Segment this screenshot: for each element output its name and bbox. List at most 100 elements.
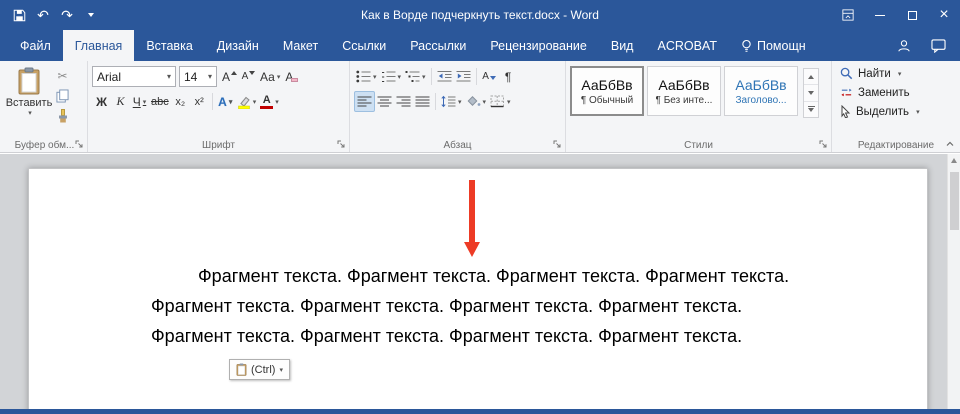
style-preview: АаБбВв bbox=[658, 77, 709, 93]
lightbulb-icon bbox=[741, 39, 752, 53]
save-button[interactable] bbox=[8, 3, 30, 27]
cut-button[interactable]: ✂ bbox=[53, 67, 72, 85]
underline-button[interactable]: Ч bbox=[130, 91, 149, 112]
redo-button[interactable]: ↷ bbox=[56, 3, 78, 27]
vertical-scrollbar[interactable] bbox=[947, 154, 960, 409]
shading-button[interactable] bbox=[464, 91, 489, 112]
styles-scroll-up-button[interactable] bbox=[804, 69, 818, 85]
minimize-button[interactable] bbox=[864, 0, 896, 30]
grow-font-button[interactable]: А bbox=[220, 66, 239, 87]
style-normal[interactable]: АаБбВв ¶ Обычный bbox=[570, 66, 644, 116]
copy-button[interactable] bbox=[53, 87, 72, 105]
font-dialog-launcher[interactable] bbox=[336, 139, 347, 150]
line-spacing-button[interactable] bbox=[439, 91, 464, 112]
tab-home[interactable]: Главная bbox=[63, 30, 135, 61]
subscript-button[interactable]: x₂ bbox=[171, 91, 190, 112]
qat-customize-button[interactable] bbox=[80, 3, 102, 27]
ribbon-display-options-button[interactable] bbox=[832, 0, 864, 30]
decrease-indent-button[interactable] bbox=[435, 66, 454, 87]
tab-view[interactable]: Вид bbox=[599, 30, 646, 61]
align-center-button[interactable] bbox=[375, 91, 394, 112]
close-button[interactable]: × bbox=[928, 0, 960, 30]
styles-dialog-launcher[interactable] bbox=[818, 139, 829, 150]
tab-acrobat[interactable]: ACROBAT bbox=[645, 30, 729, 61]
clear-formatting-button[interactable]: А bbox=[282, 66, 301, 87]
highlight-color-button[interactable] bbox=[235, 91, 259, 112]
chevron-up-icon bbox=[945, 140, 955, 148]
increase-indent-button[interactable] bbox=[454, 66, 473, 87]
paste-options-button[interactable]: (Ctrl) bbox=[229, 359, 290, 380]
italic-button[interactable]: К bbox=[111, 91, 130, 112]
font-size-select[interactable]: 14 bbox=[179, 66, 217, 87]
numbering-button[interactable] bbox=[379, 66, 404, 87]
undo-button[interactable]: ↶ bbox=[32, 3, 54, 27]
change-case-button[interactable]: Аа bbox=[258, 66, 282, 87]
shrink-font-button[interactable]: А bbox=[239, 66, 258, 87]
numbering-icon bbox=[381, 70, 396, 83]
document-paragraph[interactable]: Фрагмент текста. Фрагмент текста. Фрагме… bbox=[151, 261, 806, 351]
replace-button[interactable]: Заменить bbox=[840, 83, 956, 102]
tab-review[interactable]: Рецензирование bbox=[478, 30, 599, 61]
decrease-indent-icon bbox=[437, 70, 452, 83]
search-icon bbox=[840, 67, 853, 80]
dialog-launcher-icon bbox=[819, 140, 828, 149]
align-right-icon bbox=[396, 96, 411, 108]
scrollbar-thumb[interactable] bbox=[950, 172, 959, 230]
select-button[interactable]: Выделить bbox=[840, 102, 956, 121]
paste-button[interactable]: Вставить bbox=[6, 64, 52, 125]
shrink-font-label: А bbox=[242, 71, 249, 82]
sort-button[interactable]: А bbox=[480, 66, 499, 87]
clipboard-dialog-launcher[interactable] bbox=[74, 139, 85, 150]
tab-design[interactable]: Дизайн bbox=[205, 30, 271, 61]
tab-tell-me[interactable]: Помощн bbox=[729, 30, 818, 61]
style-preview: АаБбВв bbox=[735, 77, 786, 93]
find-button[interactable]: Найти bbox=[840, 64, 956, 83]
style-heading-1[interactable]: АаБбВв Заголово... bbox=[724, 66, 798, 116]
style-preview: АаБбВв bbox=[581, 77, 632, 93]
minimize-icon bbox=[875, 15, 885, 16]
chevron-down-icon bbox=[88, 13, 94, 17]
tab-mailings[interactable]: Рассылки bbox=[398, 30, 478, 61]
tab-insert[interactable]: Вставка bbox=[134, 30, 204, 61]
up-triangle-icon bbox=[808, 75, 814, 79]
align-left-button[interactable] bbox=[354, 91, 375, 112]
justify-button[interactable] bbox=[413, 91, 432, 112]
arrow-head bbox=[464, 242, 480, 257]
share-comments-button[interactable] bbox=[931, 39, 946, 53]
style-no-spacing[interactable]: АаБбВв ¶ Без инте... bbox=[647, 66, 721, 116]
group-paragraph: А ¶ bbox=[350, 61, 566, 152]
multilevel-list-button[interactable] bbox=[403, 66, 428, 87]
paint-bucket-icon bbox=[466, 95, 481, 108]
status-bar bbox=[0, 409, 960, 414]
format-painter-button[interactable] bbox=[53, 107, 72, 125]
paragraph-dialog-launcher[interactable] bbox=[552, 139, 563, 150]
maximize-icon bbox=[908, 11, 917, 20]
styles-gallery-more-button[interactable] bbox=[804, 102, 818, 117]
bold-button[interactable]: Ж bbox=[92, 91, 111, 112]
styles-group-label: Стили bbox=[566, 140, 831, 151]
align-right-button[interactable] bbox=[394, 91, 413, 112]
strikethrough-button[interactable]: abc bbox=[149, 91, 171, 112]
text-effects-label: А bbox=[218, 95, 227, 109]
increase-indent-icon bbox=[456, 70, 471, 83]
show-paragraph-marks-button[interactable]: ¶ bbox=[499, 66, 518, 87]
tab-tell-me-label: Помощн bbox=[757, 39, 806, 53]
change-case-label: Аа bbox=[260, 70, 275, 84]
tab-file[interactable]: Файл bbox=[8, 30, 63, 61]
sign-in-button[interactable] bbox=[897, 39, 911, 53]
gallery-more-icon bbox=[808, 106, 815, 112]
font-family-select[interactable]: Arial bbox=[92, 66, 176, 87]
tab-layout[interactable]: Макет bbox=[271, 30, 330, 61]
text-effects-button[interactable]: А bbox=[216, 91, 235, 112]
collapse-ribbon-button[interactable] bbox=[943, 138, 957, 150]
superscript-button[interactable]: x² bbox=[190, 91, 209, 112]
borders-button[interactable] bbox=[488, 91, 513, 112]
maximize-button[interactable] bbox=[896, 0, 928, 30]
font-color-button[interactable]: А bbox=[258, 91, 281, 112]
clipboard-icon bbox=[236, 363, 247, 376]
tab-references[interactable]: Ссылки bbox=[330, 30, 398, 61]
line-spacing-icon bbox=[441, 95, 456, 108]
cursor-arrow-icon bbox=[840, 105, 851, 118]
bullets-button[interactable] bbox=[354, 66, 379, 87]
styles-scroll-down-button[interactable] bbox=[804, 85, 818, 101]
